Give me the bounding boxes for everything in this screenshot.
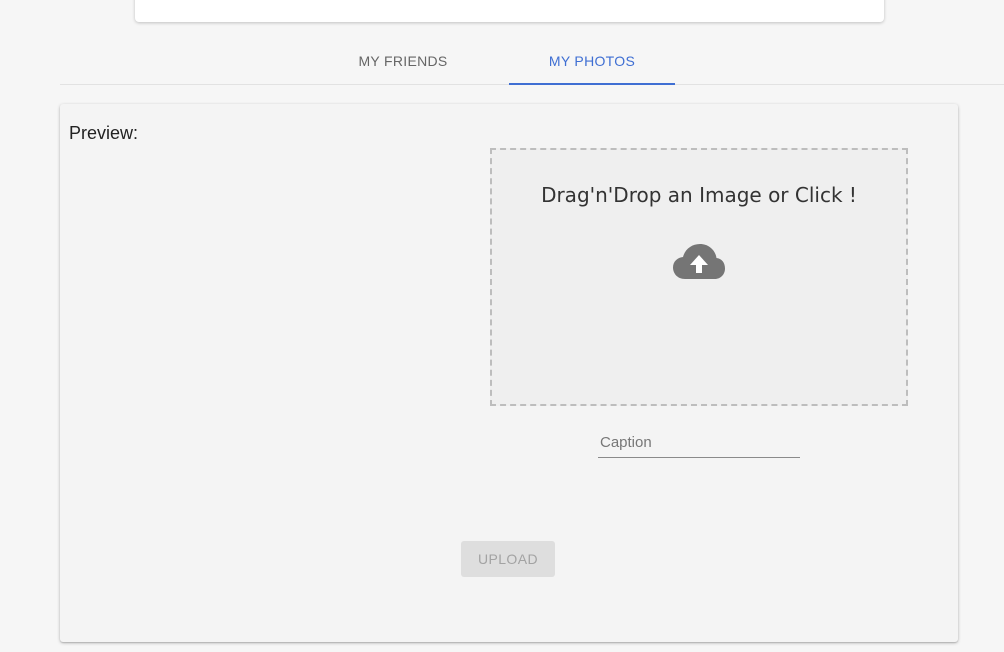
- cloud-upload-icon: [673, 244, 725, 279]
- tab-my-photos[interactable]: MY PHOTOS: [509, 38, 675, 84]
- tab-my-friends[interactable]: MY FRIENDS: [328, 38, 478, 84]
- caption-field[interactable]: [598, 427, 800, 458]
- active-tab-indicator: [509, 83, 675, 85]
- image-dropzone[interactable]: Drag'n'Drop an Image or Click !: [490, 148, 908, 406]
- photo-upload-panel: Preview: Drag'n'Drop an Image or Click !…: [60, 104, 958, 642]
- dropzone-text: Drag'n'Drop an Image or Click !: [541, 183, 857, 207]
- upload-button[interactable]: UPLOAD: [461, 541, 555, 577]
- top-card: [135, 0, 884, 22]
- preview-label: Preview:: [69, 123, 139, 143]
- tab-bar: MY FRIENDS MY PHOTOS: [60, 38, 1004, 85]
- caption-input[interactable]: [598, 427, 800, 457]
